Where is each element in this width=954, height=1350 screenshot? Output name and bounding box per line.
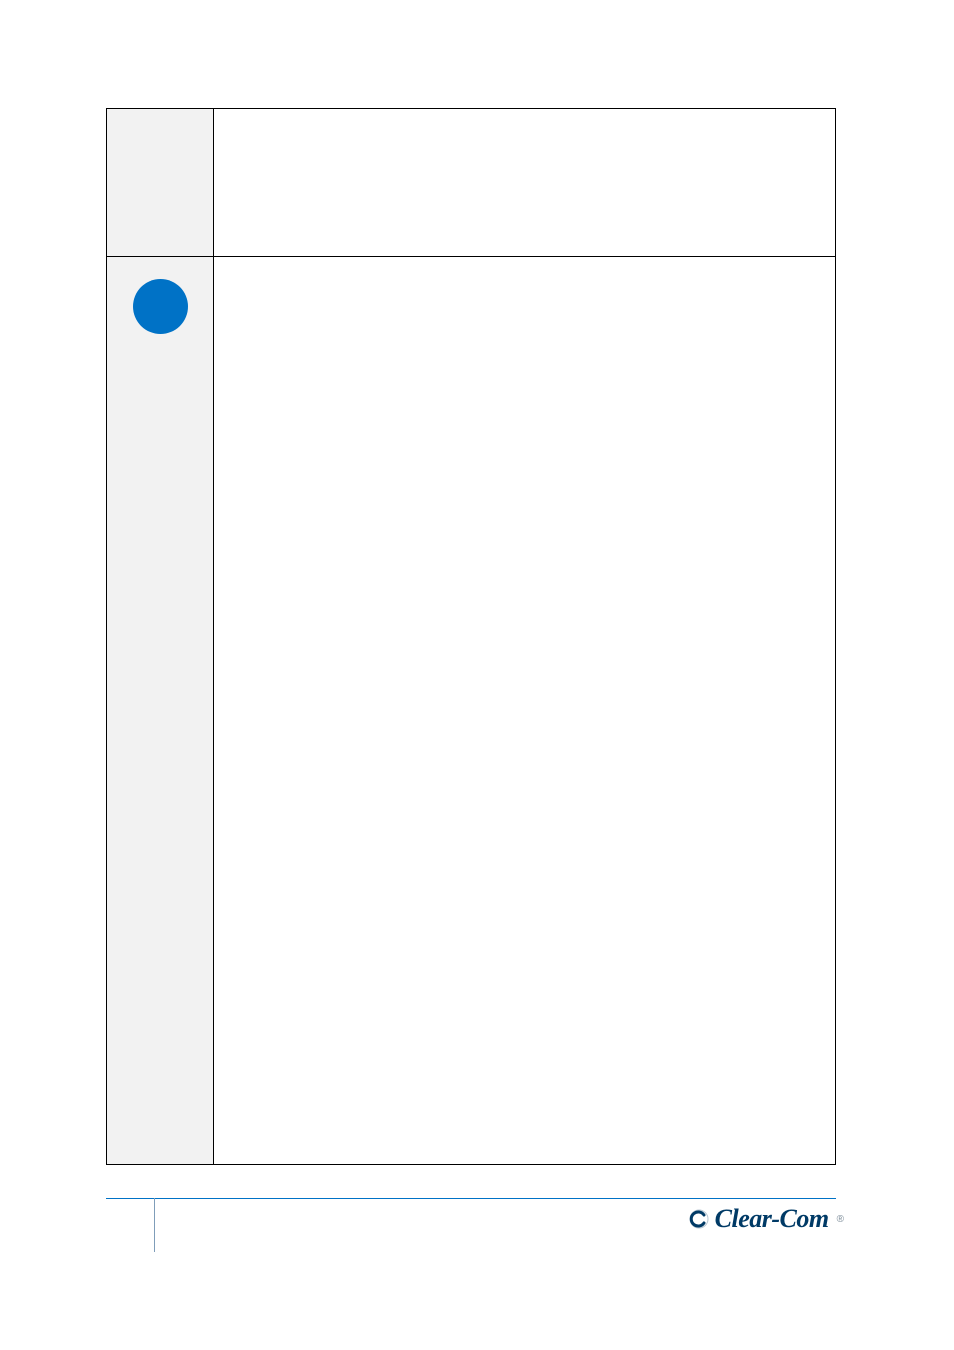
blue-circle-marker-icon — [133, 279, 188, 334]
registered-symbol: ® — [837, 1214, 844, 1225]
brand-c-icon — [689, 1209, 709, 1229]
content-table — [106, 108, 836, 1165]
table-body-row — [107, 257, 835, 1164]
table-header-row — [107, 109, 835, 257]
body-left-cell — [107, 257, 214, 1164]
footer-tick-mark — [154, 1198, 155, 1252]
header-right-cell — [214, 109, 835, 256]
body-right-cell — [214, 257, 835, 1164]
footer-divider — [106, 1198, 836, 1199]
brand-name: Clear-Com — [715, 1204, 829, 1234]
header-left-cell — [107, 109, 214, 256]
brand-logo: Clear-Com ® — [689, 1204, 844, 1234]
document-page: Clear-Com ® — [0, 0, 954, 1350]
